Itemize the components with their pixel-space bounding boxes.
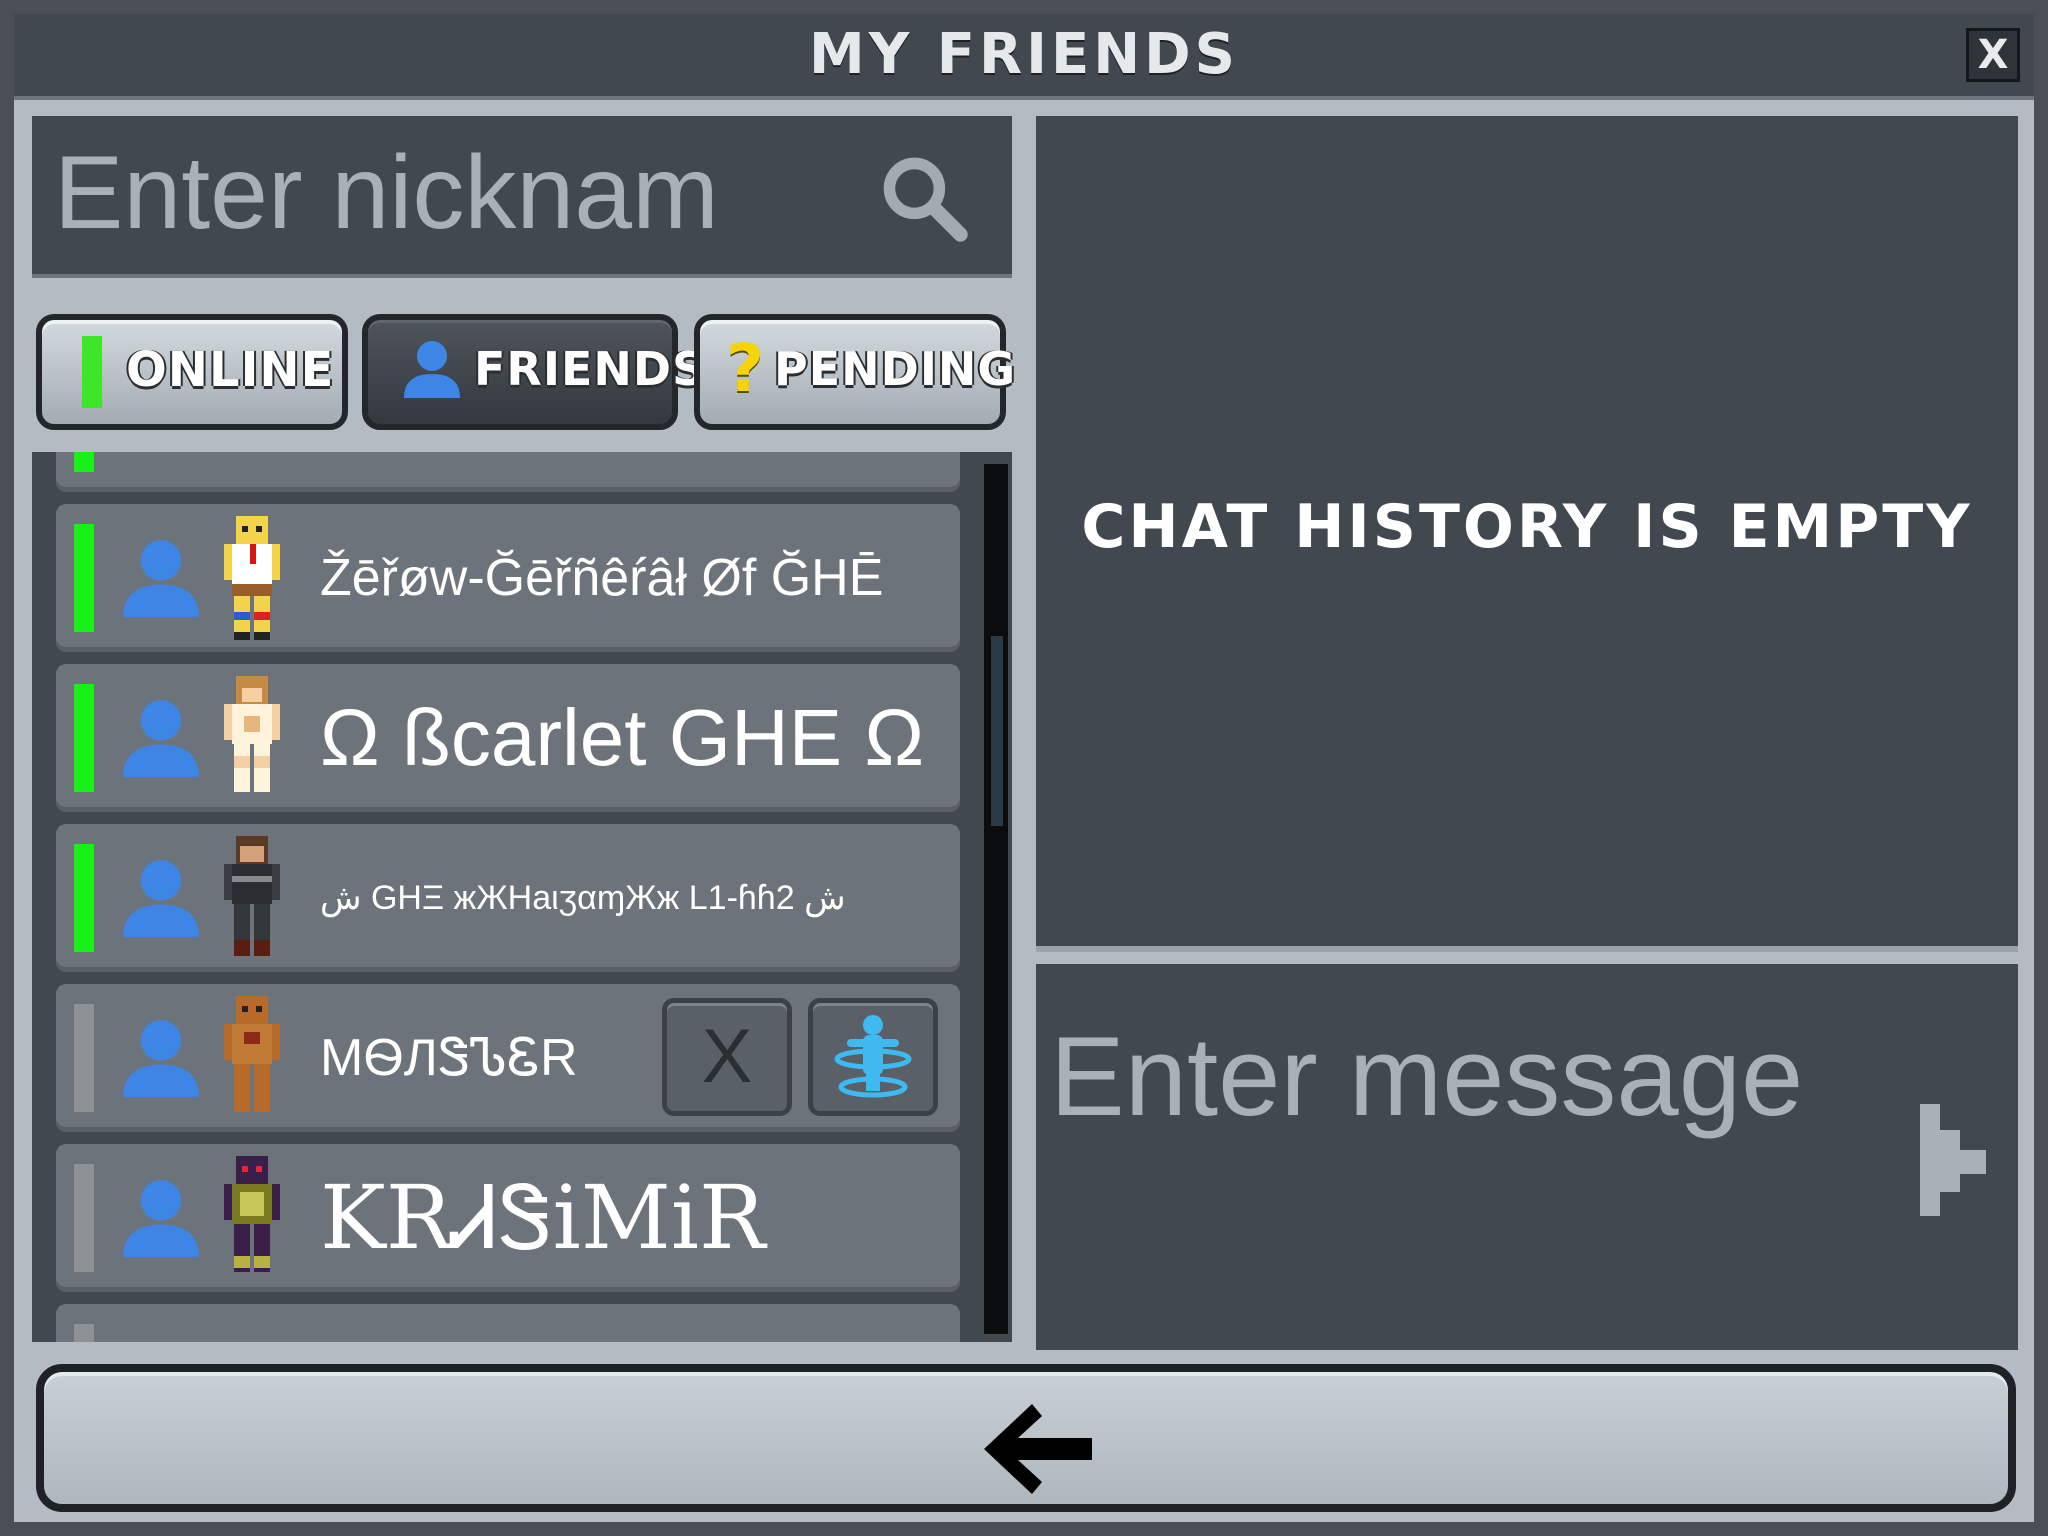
- scrollbar-thumb[interactable]: [991, 636, 1003, 826]
- message-input[interactable]: [1048, 1008, 1832, 1312]
- tab-pending[interactable]: ? PENDING: [694, 314, 1015, 430]
- question-icon: ?: [726, 330, 765, 407]
- list-item[interactable]: MѲЛᏕᏖᏋR X: [56, 984, 960, 1132]
- offline-indicator: [74, 1164, 94, 1272]
- list-item[interactable]: [56, 1304, 960, 1342]
- list-item[interactable]: KRᏗᏕiMiR: [56, 1144, 960, 1292]
- friend-name: Ω ßcarlet GHE Ω: [320, 693, 925, 782]
- list-item[interactable]: Žēřøw-Ğēřñêŕâł Øf ĞHĒ: [56, 504, 960, 652]
- list-item[interactable]: [56, 452, 960, 492]
- online-indicator: [74, 684, 94, 792]
- chat-input-panel: [1036, 964, 2018, 1350]
- window-title: MY FRIENDS: [809, 22, 1239, 87]
- close-button[interactable]: X: [1966, 28, 2020, 82]
- friend-name: ش GHΞ жЖНаιʒαɱЖж L1-ɦɦ2 ش: [320, 879, 846, 917]
- list-item[interactable]: Ω ßcarlet GHE Ω: [56, 664, 960, 812]
- player-skin-avatar: [224, 996, 280, 1112]
- online-indicator: [74, 452, 94, 472]
- chat-empty-message: CHAT HISTORY IS EMPTY: [1081, 492, 1973, 562]
- friend-name: KRᏗᏕiMiR: [320, 1166, 766, 1269]
- person-icon: [123, 540, 199, 618]
- player-skin-avatar: [224, 516, 280, 640]
- person-icon: [123, 700, 199, 778]
- person-icon: [123, 1020, 199, 1098]
- offline-indicator: [74, 1324, 94, 1342]
- arrow-left-icon: [984, 1404, 1092, 1494]
- title-bar: MY FRIENDS X: [14, 14, 2034, 100]
- online-status-icon: [82, 336, 102, 408]
- person-icon: [123, 1180, 199, 1258]
- teleport-button[interactable]: [808, 998, 938, 1116]
- nickname-search-input[interactable]: [52, 132, 876, 254]
- online-indicator: [74, 524, 94, 632]
- friends-list-scrollbar[interactable]: [984, 464, 1008, 1334]
- list-item[interactable]: ش GHΞ жЖНаιʒαɱЖж L1-ɦɦ2 ش: [56, 824, 960, 972]
- online-indicator: [74, 844, 94, 952]
- friends-list[interactable]: Žēřøw-Ğēřñêŕâł Øf ĞHĒ Ω ßcarlet GHE Ω ش …: [32, 452, 1012, 1342]
- remove-friend-button[interactable]: X: [662, 998, 792, 1116]
- player-skin-avatar: [224, 676, 280, 792]
- person-icon: [123, 860, 199, 938]
- search-icon[interactable]: [876, 150, 972, 246]
- offline-indicator: [74, 1004, 94, 1112]
- tab-pending-label: PENDING: [774, 342, 1017, 396]
- person-icon: [404, 341, 460, 398]
- tab-friends-label: FRIENDS: [474, 342, 707, 396]
- friend-name: MѲЛᏕᏖᏋR: [320, 1029, 578, 1087]
- teleport-icon: [834, 1015, 912, 1098]
- back-button[interactable]: [36, 1364, 2016, 1512]
- chat-history-panel: CHAT HISTORY IS EMPTY: [1036, 116, 2018, 952]
- nickname-search: [32, 116, 1012, 278]
- player-skin-avatar: [224, 1156, 280, 1272]
- friend-name: Žēřøw-Ğēřñêŕâł Øf ĞHĒ: [320, 549, 884, 607]
- tab-online[interactable]: ONLINE: [36, 314, 348, 430]
- send-icon[interactable]: [1916, 1100, 1992, 1220]
- tab-friends[interactable]: FRIENDS: [362, 314, 705, 430]
- tab-online-label: ONLINE: [126, 342, 335, 398]
- player-skin-avatar: [224, 836, 280, 956]
- friends-window: MY FRIENDS X ONLINE FRIENDS ? PENDING: [0, 0, 2048, 1536]
